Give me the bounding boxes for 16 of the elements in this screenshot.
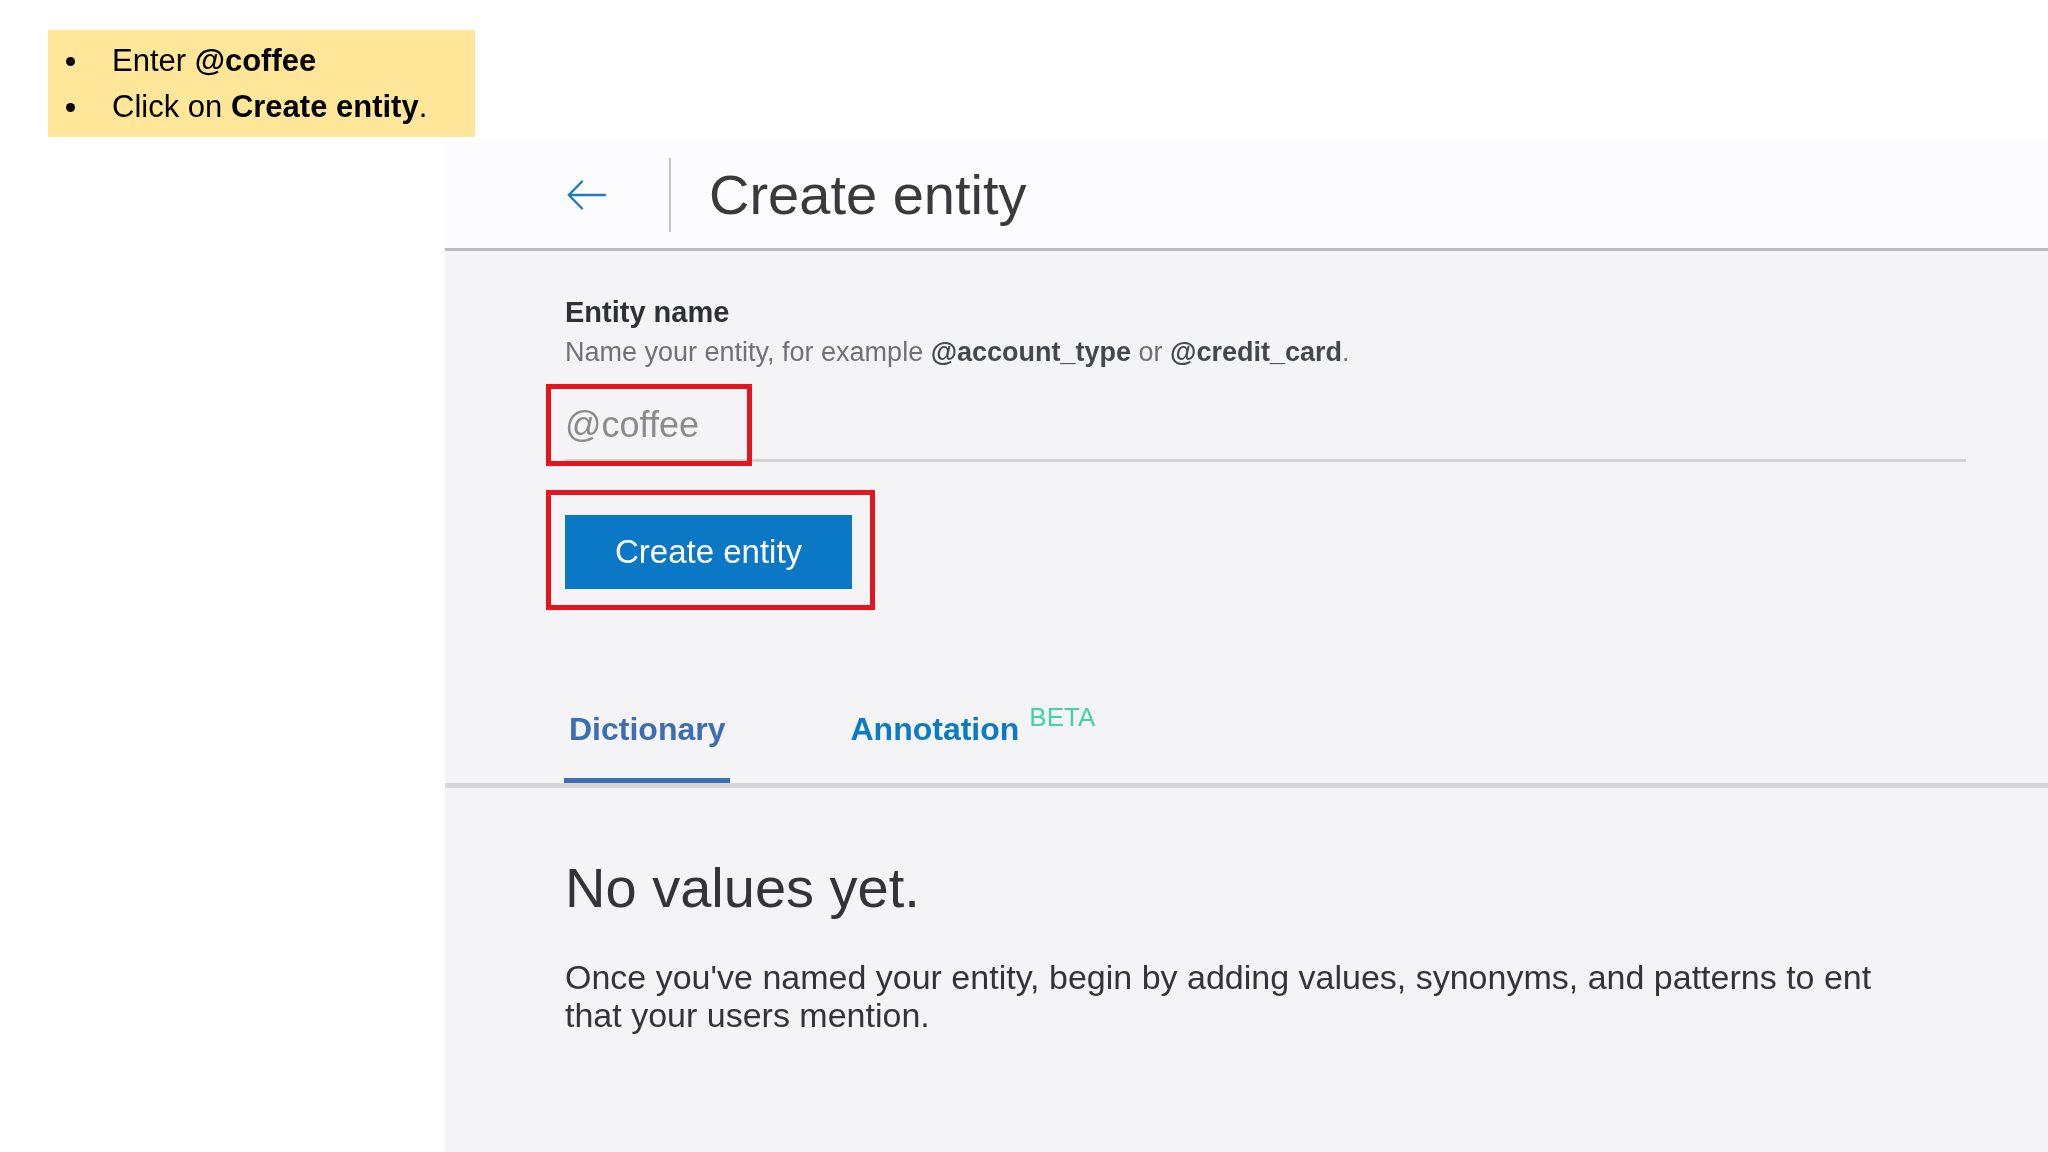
back-button[interactable] — [565, 177, 608, 212]
create-entity-button[interactable]: Create entity — [565, 515, 852, 589]
instruction-text: Enter @coffee — [112, 43, 317, 79]
tab[interactable]: Annotation BETA — [845, 680, 1101, 783]
field-help-text: Name your entity, for example @account_type or @credit_card. — [565, 337, 1350, 367]
instruction-text: Click on Create entity. — [112, 89, 428, 125]
empty-state-title: No values yet. — [565, 856, 920, 920]
page-title: Create entity — [709, 161, 1027, 228]
tab[interactable]: Dictionary — [564, 680, 731, 783]
bullet-icon — [66, 56, 75, 66]
bullet-icon — [66, 102, 75, 112]
back-arrow-icon — [567, 179, 606, 210]
empty-state-text: Once you've named your entity, begin by adding values, synonyms, and patterns to ent that your users mention. — [565, 958, 1872, 1034]
beta-tag: BETA — [1029, 701, 1096, 733]
entity-name-input[interactable]: @coffee — [565, 390, 1966, 462]
field-label: Entity name — [565, 295, 730, 329]
